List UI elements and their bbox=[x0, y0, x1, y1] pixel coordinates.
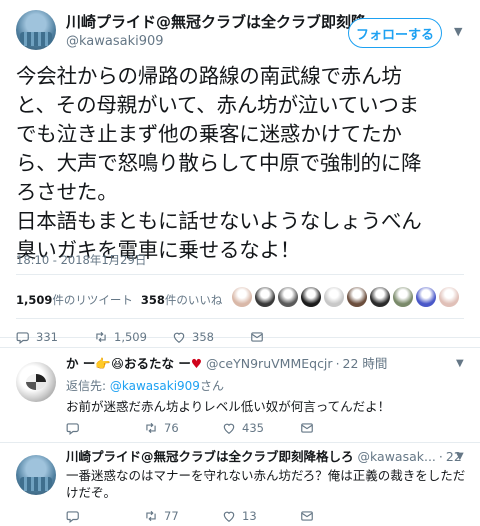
reply-to-line: 返信先: @kawasaki909さん bbox=[66, 377, 224, 394]
reply-button[interactable] bbox=[66, 421, 144, 435]
retweet-count: 77 bbox=[164, 509, 179, 523]
separator-dot: · bbox=[438, 449, 443, 464]
avatar[interactable] bbox=[16, 455, 56, 495]
name-part: か ー bbox=[66, 356, 96, 371]
liker-avatar[interactable] bbox=[439, 287, 459, 307]
tweet-actions: 331 1,509 358 bbox=[16, 330, 270, 344]
liker-avatar[interactable] bbox=[393, 287, 413, 307]
retweet-button[interactable]: 76 bbox=[144, 421, 222, 435]
chevron-down-icon[interactable]: ▼ bbox=[454, 25, 462, 38]
likers-avatars[interactable] bbox=[232, 287, 462, 307]
author-name[interactable]: か ー👉😆おるたな ー♥ bbox=[66, 356, 202, 372]
heart-icon bbox=[223, 511, 235, 522]
like-button[interactable]: 13 bbox=[222, 509, 300, 523]
reply-header: 川崎プライド@無冠クラブは全クラブ即刻降格しろ @kawasak... · 22… bbox=[66, 449, 462, 465]
reply-button[interactable]: 331 bbox=[16, 330, 94, 344]
retweet-button[interactable]: 77 bbox=[144, 509, 222, 523]
pointing-hand-icon: 👉 bbox=[95, 356, 111, 371]
like-count: 13 bbox=[242, 509, 257, 523]
retweet-icon bbox=[146, 510, 156, 522]
reply-to-suffix: さん bbox=[199, 379, 224, 393]
liker-avatar[interactable] bbox=[255, 287, 275, 307]
author-handle[interactable]: @kawasak... bbox=[358, 449, 436, 465]
reply-text: 一番迷惑なのはマナーを守れない赤ん坊だろ？俺は正義の裁きをしただけだぞ。 bbox=[66, 468, 466, 500]
reply-icon bbox=[16, 332, 29, 344]
like-action-count: 358 bbox=[192, 330, 214, 344]
tweet-stats: 1,509件のリツイート 358件のいいね bbox=[16, 292, 222, 308]
reply-tweet[interactable]: 川崎プライド@無冠クラブは全クラブ即刻降格しろ @kawasak... · 22… bbox=[0, 442, 480, 526]
name-part: おるたな ー bbox=[123, 356, 191, 371]
author-handle[interactable]: @ceYN9ruVMMEqcjr bbox=[206, 356, 333, 372]
reply-tweet[interactable]: か ー👉😆おるたな ー♥ @ceYN9ruVMMEqcjr · 22 時間 ▼ … bbox=[0, 347, 480, 442]
reply-count: 331 bbox=[36, 330, 58, 344]
author-handle[interactable]: @kawasaki909 bbox=[66, 34, 164, 49]
heart-icon bbox=[173, 332, 185, 343]
reply-to-label: 返信先: bbox=[66, 379, 107, 393]
reply-actions: 77 13 bbox=[66, 509, 378, 523]
like-count-label[interactable]: 件のいいね bbox=[165, 293, 223, 307]
retweet-action-count: 1,509 bbox=[114, 330, 147, 344]
envelope-icon bbox=[301, 423, 313, 433]
liker-avatar[interactable] bbox=[301, 287, 321, 307]
retweet-count-label[interactable]: 件のリツイート bbox=[52, 293, 133, 307]
tweet-timestamp[interactable]: 18:10 - 2018年1月29日 bbox=[16, 252, 146, 268]
chevron-down-icon[interactable]: ▼ bbox=[456, 358, 464, 369]
reply-icon bbox=[66, 511, 79, 523]
dm-button[interactable] bbox=[300, 509, 378, 523]
retweet-icon bbox=[146, 422, 156, 434]
liker-avatar[interactable] bbox=[347, 287, 367, 307]
author-name[interactable]: 川崎プライド@無冠クラブは全クラブ即刻降格しろ bbox=[66, 449, 354, 465]
dm-button[interactable] bbox=[300, 421, 378, 435]
main-tweet: 川崎プライド@無冠クラブは全クラブ即刻降格しろ @kawasaki909 フォロ… bbox=[0, 0, 480, 344]
liker-avatar[interactable] bbox=[324, 287, 344, 307]
dm-button[interactable] bbox=[250, 330, 270, 344]
laughing-face-icon: 😆 bbox=[110, 356, 124, 371]
envelope-icon bbox=[251, 332, 263, 342]
reply-text: お前が迷惑だ赤ん坊よりレベル低い奴が何言ってんだよ！ bbox=[66, 399, 391, 414]
divider bbox=[16, 274, 464, 275]
chevron-down-icon[interactable]: ▼ bbox=[456, 451, 464, 462]
tweet-text: 今会社からの帰路の路線の南武線で赤ん坊 と、その母親がいて、赤ん坊が泣いていつま… bbox=[16, 64, 422, 262]
reply-header: か ー👉😆おるたな ー♥ @ceYN9ruVMMEqcjr · 22 時間 bbox=[66, 356, 462, 372]
like-count: 435 bbox=[242, 421, 264, 435]
heart-emoji-icon: ♥ bbox=[190, 356, 203, 371]
follow-button[interactable]: フォローする bbox=[348, 18, 442, 48]
retweet-count: 76 bbox=[164, 421, 179, 435]
envelope-icon bbox=[301, 511, 313, 521]
divider bbox=[16, 318, 464, 319]
reply-to-handle[interactable]: @kawasaki909 bbox=[110, 379, 200, 393]
reply-icon bbox=[66, 423, 79, 435]
reply-button[interactable] bbox=[66, 509, 144, 523]
retweet-button[interactable]: 1,509 bbox=[94, 330, 172, 344]
liker-avatar[interactable] bbox=[416, 287, 436, 307]
liker-avatar[interactable] bbox=[232, 287, 252, 307]
reply-actions: 76 435 bbox=[66, 421, 378, 435]
like-button[interactable]: 435 bbox=[222, 421, 300, 435]
retweet-icon bbox=[96, 331, 106, 343]
avatar[interactable] bbox=[16, 10, 56, 50]
retweet-count[interactable]: 1,509 bbox=[16, 293, 52, 307]
liker-avatar[interactable] bbox=[370, 287, 390, 307]
like-count[interactable]: 358 bbox=[141, 293, 165, 307]
like-button[interactable]: 358 bbox=[172, 330, 250, 344]
avatar[interactable] bbox=[16, 362, 56, 402]
liker-avatar[interactable] bbox=[278, 287, 298, 307]
author-name[interactable]: 川崎プライド@無冠クラブは全クラブ即刻降格しろ bbox=[66, 13, 366, 31]
heart-icon bbox=[223, 423, 235, 434]
reply-time[interactable]: 22 時間 bbox=[343, 356, 388, 372]
separator-dot: · bbox=[335, 356, 340, 371]
